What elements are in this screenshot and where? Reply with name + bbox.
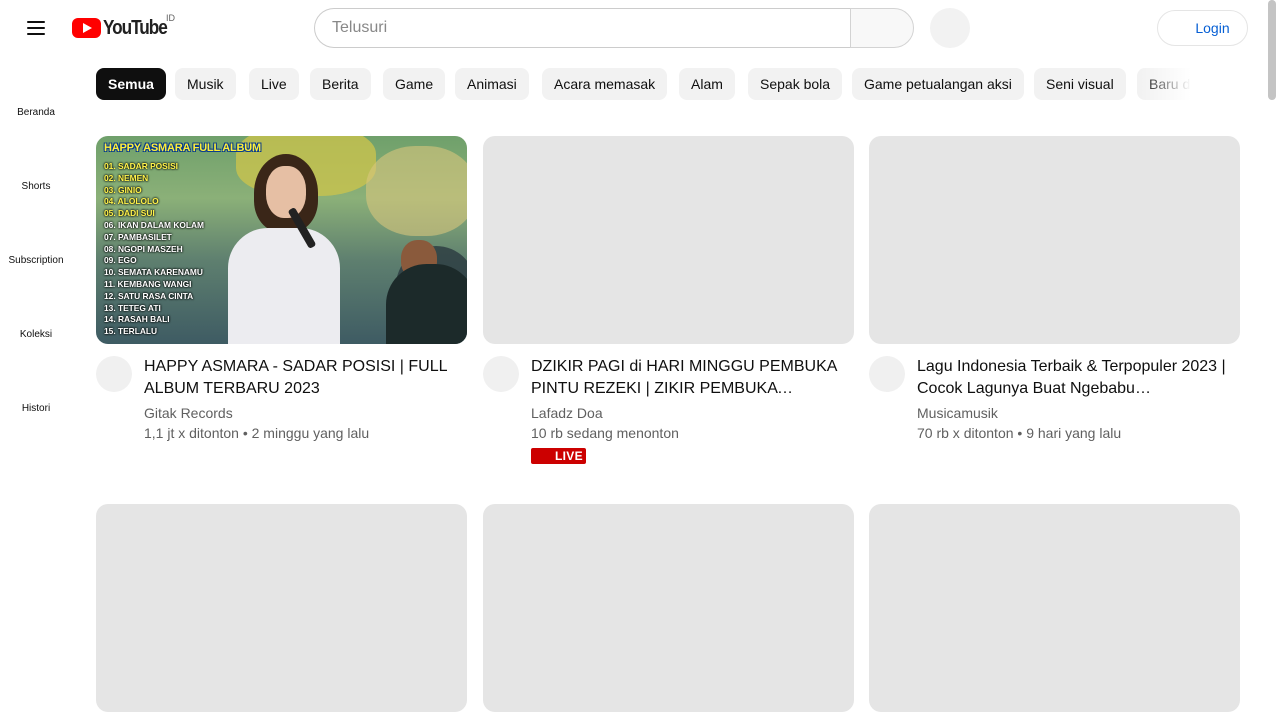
track-item: 05. DADI SUI	[104, 208, 155, 219]
chip-game[interactable]: Game	[383, 68, 446, 100]
login-button[interactable]: Login	[1157, 10, 1248, 46]
sidebar-item-label: Shorts	[21, 181, 51, 192]
menu-bar	[27, 33, 45, 35]
chip-acara-memasak[interactable]: Acara memasak	[542, 68, 668, 100]
chip-semua[interactable]: Semua	[96, 68, 166, 100]
video-title[interactable]: DZIKIR PAGI di HARI MINGGU PEMBUKA PINTU…	[531, 356, 841, 400]
sidebar-item-shorts[interactable]: Shorts	[0, 146, 72, 220]
track-item: 07. PAMBASILET	[104, 231, 172, 242]
video-thumbnail-placeholder[interactable]	[483, 504, 854, 712]
track-item: 02. NEMEN	[104, 172, 149, 183]
track-item: 13. TETEG ATI	[104, 302, 161, 313]
sidebar-item-label: Koleksi	[19, 329, 53, 340]
youtube-play-icon	[72, 18, 101, 38]
channel-name[interactable]: Lafadz Doa	[531, 405, 603, 421]
live-badge: LIVE	[531, 448, 586, 464]
channel-name[interactable]: Musicamusik	[917, 405, 998, 421]
track-item: 03. GINIO	[104, 184, 142, 195]
channel-avatar[interactable]	[483, 356, 519, 392]
track-item: 10. SEMATA KARENAMU	[104, 267, 203, 278]
video-thumbnail[interactable]: HAPPY ASMARA FULL ALBUM 01. SADAR POSISI…	[96, 136, 467, 344]
thumbnail-heading: HAPPY ASMARA FULL ALBUM	[104, 142, 261, 154]
video-title[interactable]: HAPPY ASMARA - SADAR POSISI | FULL ALBUM…	[144, 356, 454, 400]
country-code: ID	[166, 13, 175, 23]
page-scrollbar[interactable]	[1264, 0, 1280, 720]
sidebar-item-beranda[interactable]: Beranda	[0, 72, 72, 146]
channel-avatar[interactable]	[869, 356, 905, 392]
channel-avatar[interactable]	[96, 356, 132, 392]
video-thumbnail[interactable]	[869, 136, 1240, 344]
sidebar-item-label: Beranda	[17, 107, 55, 118]
sidebar-item-label: Subscription	[8, 255, 64, 266]
chip-animasi[interactable]: Animasi	[455, 68, 529, 100]
track-item: 14. RASAH BALI	[104, 314, 170, 325]
search-input[interactable]	[315, 9, 851, 47]
chip-sepak-bola[interactable]: Sepak bola	[748, 68, 843, 100]
scroll-thumb[interactable]	[1268, 0, 1276, 100]
thumbnail-musician	[386, 264, 467, 344]
masthead: YouTube ID Login	[0, 0, 1264, 56]
video-metadata: 1,1 jt x ditonton • 2 minggu yang lalu	[144, 425, 370, 441]
track-item: 12. SATU RASA CINTA	[104, 290, 194, 301]
chip-alam[interactable]: Alam	[679, 68, 735, 100]
sidebar-item-label: Histori	[21, 403, 51, 414]
track-item: 08. NGOPI MASZEH	[104, 243, 183, 254]
chip-game-petualangan-aksi[interactable]: Game petualangan aksi	[852, 68, 1024, 100]
track-item: 09. EGO	[104, 255, 137, 266]
chip-seni-visual[interactable]: Seni visual	[1034, 68, 1126, 100]
track-item: 06. IKAN DALAM KOLAM	[104, 219, 205, 230]
track-item: 04. ALOLOLO	[104, 196, 159, 207]
filter-chip-bar: Semua Musik Live Berita Game Animasi Aca…	[96, 67, 1200, 101]
thumbnail-tracklist: 01. SADAR POSISI 02. NEMEN 03. GINIO 04.…	[104, 161, 244, 338]
video-metadata: 70 rb x ditonton • 9 hari yang lalu	[917, 425, 1122, 441]
logo-text: YouTube	[103, 16, 168, 39]
youtube-logo[interactable]: YouTube	[72, 16, 177, 40]
sidebar-item-histori[interactable]: Histori	[0, 368, 72, 442]
menu-bar	[27, 27, 45, 29]
sidebar-item-koleksi[interactable]: Koleksi	[0, 294, 72, 368]
chip-musik[interactable]: Musik	[175, 68, 236, 100]
track-item: 11. KEMBANG WANGI	[104, 278, 192, 289]
thumbnail-singer-body	[228, 228, 340, 344]
track-item: 15. TERLALU	[104, 326, 158, 337]
channel-name[interactable]: Gitak Records	[144, 405, 233, 421]
video-thumbnail-placeholder[interactable]	[869, 504, 1240, 712]
track-item: 01. SADAR POSISI	[104, 161, 179, 171]
chip-berita[interactable]: Berita	[310, 68, 371, 100]
thumbnail-singer-face	[266, 166, 306, 218]
chip-live[interactable]: Live	[249, 68, 299, 100]
thumbnail-decor	[366, 146, 467, 236]
search-button[interactable]	[850, 8, 914, 48]
search-box	[314, 8, 851, 48]
video-metadata: 10 rb sedang menonton	[531, 425, 679, 441]
sidebar-item-subscription[interactable]: Subscription	[0, 220, 72, 294]
video-thumbnail-placeholder[interactable]	[96, 504, 467, 712]
video-thumbnail[interactable]	[483, 136, 854, 344]
menu-bar	[27, 21, 45, 23]
video-title[interactable]: Lagu Indonesia Terbaik & Terpopuler 2023…	[917, 356, 1227, 400]
voice-search-button[interactable]	[930, 8, 970, 48]
chip-baru-diupload[interactable]: Baru diu	[1137, 68, 1200, 100]
hamburger-menu-icon[interactable]	[16, 8, 56, 48]
